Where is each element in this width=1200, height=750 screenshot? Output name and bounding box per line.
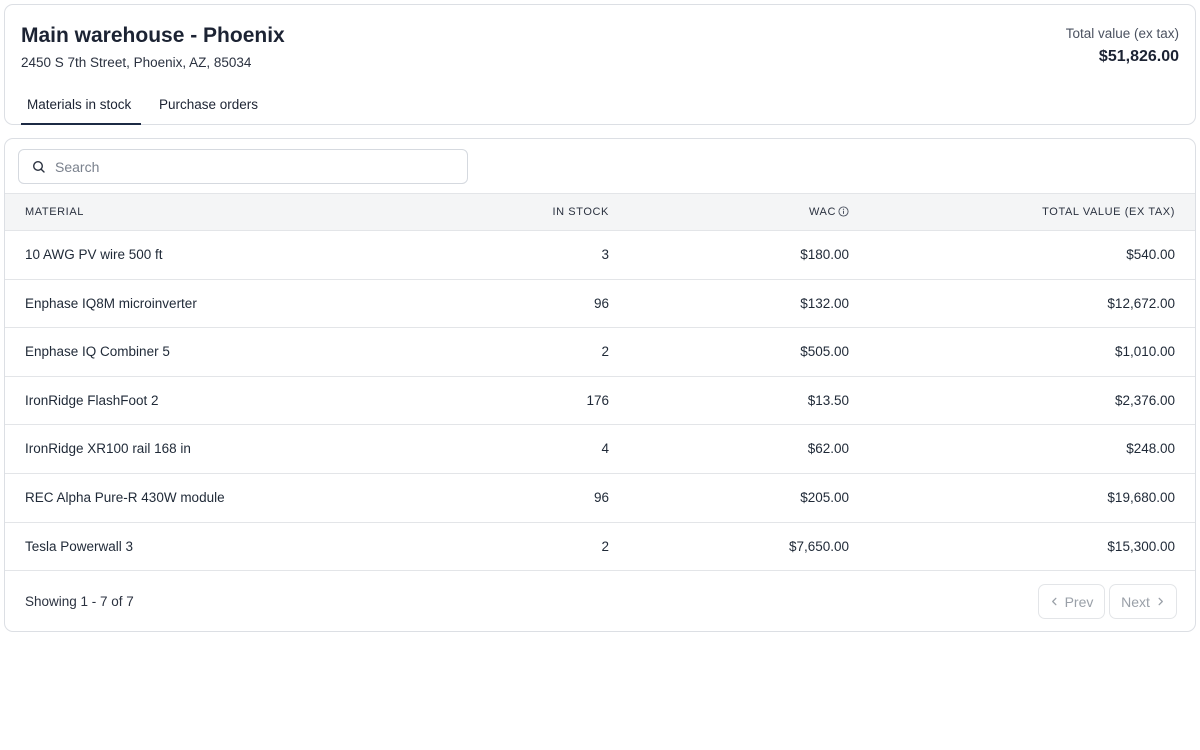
cell-in-stock: 96 [593, 295, 609, 311]
cell-material: IronRidge FlashFoot 2 [25, 392, 159, 408]
tab-materials-in-stock[interactable]: Materials in stock [21, 91, 141, 125]
search-box[interactable] [18, 149, 468, 184]
warehouse-address: 2450 S 7th Street, Phoenix, AZ, 85034 [21, 55, 252, 70]
cell-wac: $7,650.00 [788, 538, 849, 554]
cell-material: IronRidge XR100 rail 168 in [25, 441, 191, 457]
table-header: MATERIAL IN STOCK WAC TOTAL VALUE (EX TA… [5, 193, 1195, 231]
info-icon[interactable] [838, 206, 849, 217]
column-header-material[interactable]: MATERIAL [25, 206, 84, 218]
cell-total-value: $15,300.00 [1107, 538, 1175, 554]
cell-in-stock: 96 [593, 489, 609, 505]
column-header-total-value[interactable]: TOTAL VALUE (EX TAX) [1042, 206, 1175, 218]
table-row[interactable]: IronRidge FlashFoot 2 176 $13.50 $2,376.… [5, 377, 1195, 426]
total-value-label: Total value (ex tax) [1065, 26, 1179, 41]
chevron-right-icon [1158, 597, 1163, 606]
table-footer: Showing 1 - 7 of 7 Prev Next [5, 572, 1195, 631]
cell-material: Tesla Powerwall 3 [25, 538, 134, 554]
total-value-amount: $51,826.00 [1098, 48, 1179, 65]
warehouse-header: Main warehouse - Phoenix 2450 S 7th Stre… [4, 4, 1196, 125]
cell-material: 10 AWG PV wire 500 ft [25, 247, 163, 262]
table-row[interactable]: REC Alpha Pure-R 430W module 96 $205.00 … [5, 474, 1195, 523]
cell-in-stock: 4 [601, 441, 609, 457]
cell-total-value: $19,680.00 [1107, 489, 1175, 505]
column-header-wac-label: WAC [808, 206, 836, 218]
chevron-left-icon [1051, 597, 1057, 606]
cell-total-value: $2,376.00 [1114, 392, 1175, 408]
search-icon [32, 160, 45, 173]
prev-page-button[interactable]: Prev [1038, 584, 1105, 619]
cell-total-value: $248.00 [1126, 441, 1175, 457]
next-label: Next [1121, 593, 1150, 610]
cell-wac: $13.50 [807, 392, 849, 408]
cell-total-value: $12,672.00 [1107, 295, 1175, 311]
cell-wac: $62.00 [807, 441, 849, 457]
page-title: Main warehouse - Phoenix [21, 24, 285, 47]
table-row[interactable]: Tesla Powerwall 3 2 $7,650.00 $15,300.00 [5, 523, 1195, 572]
cell-material: Enphase IQ8M microinverter [25, 295, 197, 311]
cell-total-value: $540.00 [1126, 247, 1175, 262]
cell-in-stock: 3 [601, 247, 609, 262]
cell-wac: $205.00 [800, 489, 849, 505]
table-body: 10 AWG PV wire 500 ft 3 $180.00 $540.00 … [5, 231, 1195, 572]
cell-in-stock: 2 [601, 538, 609, 554]
next-page-button[interactable]: Next [1109, 584, 1177, 619]
table-row[interactable]: Enphase IQ Combiner 5 2 $505.00 $1,010.0… [5, 328, 1195, 377]
prev-label: Prev [1064, 593, 1094, 610]
column-header-in-stock[interactable]: IN STOCK [552, 206, 609, 218]
tab-purchase-orders[interactable]: Purchase orders [159, 91, 279, 125]
table-row[interactable]: IronRidge XR100 rail 168 in 4 $62.00 $24… [5, 425, 1195, 474]
column-header-wac[interactable]: WAC [809, 206, 849, 218]
cell-material: Enphase IQ Combiner 5 [25, 344, 170, 360]
cell-in-stock: 2 [601, 344, 609, 360]
search-input[interactable] [55, 150, 455, 183]
materials-table-card: MATERIAL IN STOCK WAC TOTAL VALUE (EX TA… [4, 138, 1196, 632]
table-row[interactable]: 10 AWG PV wire 500 ft 3 $180.00 $540.00 [5, 231, 1195, 280]
cell-wac: $180.00 [800, 247, 849, 262]
cell-total-value: $1,010.00 [1114, 344, 1175, 360]
cell-in-stock: 176 [586, 392, 609, 408]
cell-wac: $505.00 [800, 344, 849, 360]
cell-material: REC Alpha Pure-R 430W module [25, 489, 225, 505]
pagination-summary: Showing 1 - 7 of 7 [25, 594, 134, 609]
cell-wac: $132.00 [800, 295, 849, 311]
table-row[interactable]: Enphase IQ8M microinverter 96 $132.00 $1… [5, 280, 1195, 329]
